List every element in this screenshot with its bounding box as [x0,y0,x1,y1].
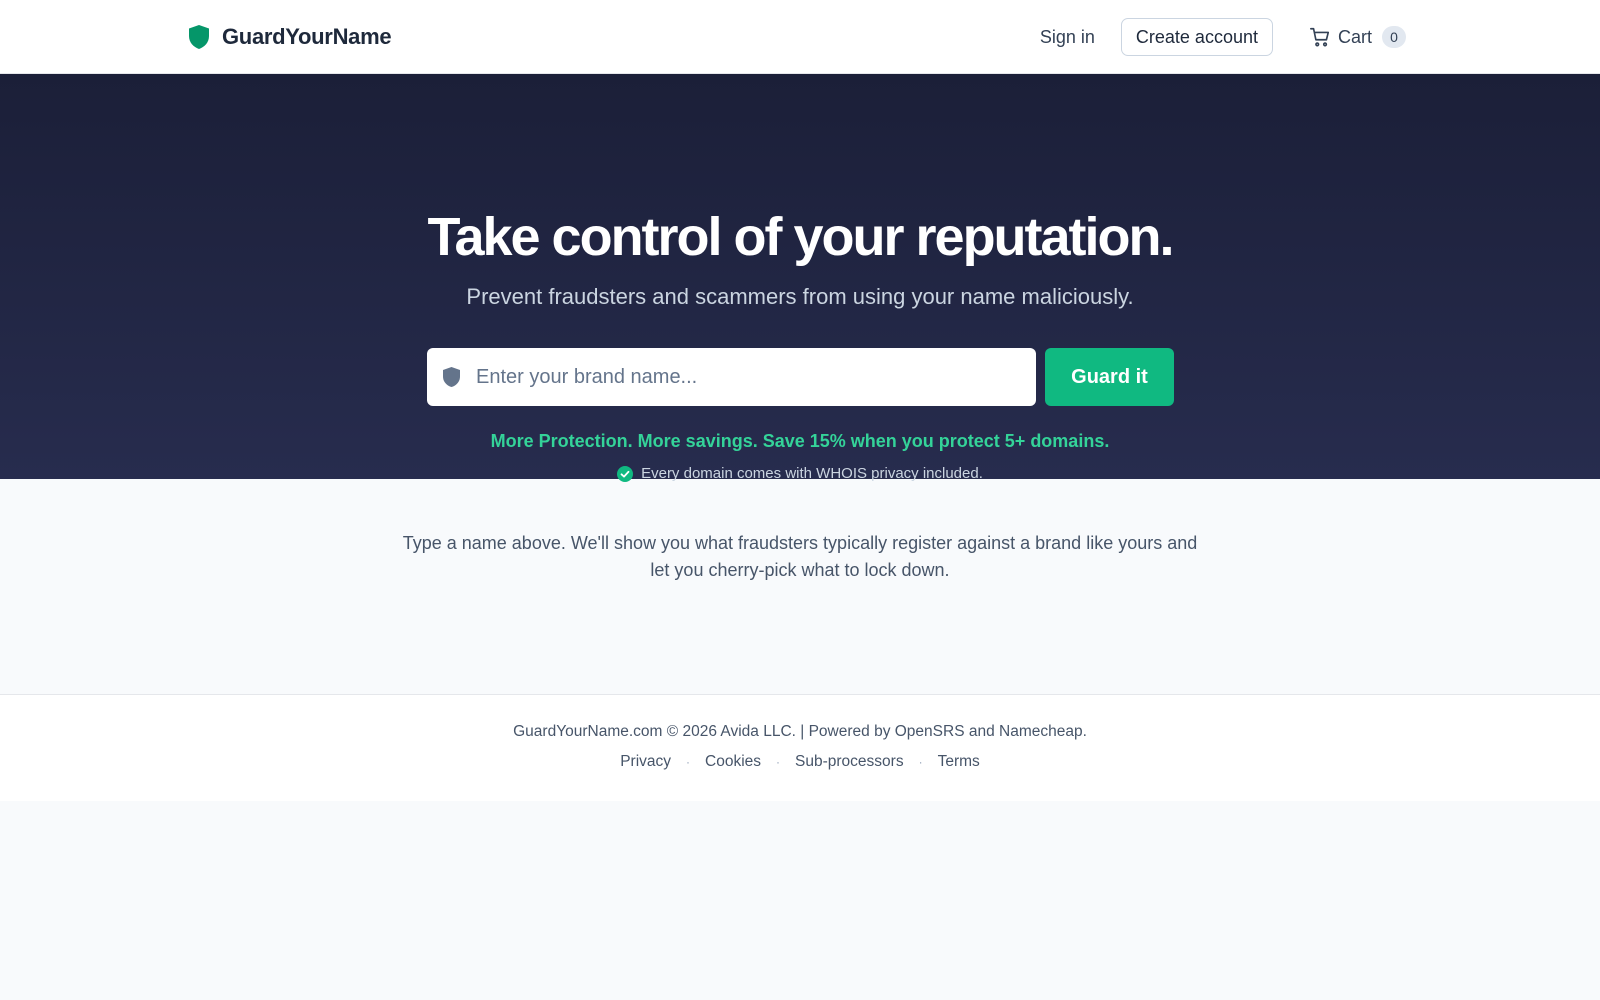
brand-search-form: Guard it [427,348,1174,406]
brand-name: GuardYourName [222,24,392,49]
check-circle-icon [617,465,634,482]
page-background [0,801,1600,1000]
footer-links: Privacy · Cookies · Sub-processors · Ter… [0,753,1600,771]
guard-it-button[interactable]: Guard it [1045,348,1174,406]
cart-count-badge: 0 [1382,26,1406,48]
info-section: Type a name above. We'll show you what f… [0,479,1600,694]
footer-link-cookies[interactable]: Cookies [705,753,761,771]
footer-separator: · [686,755,691,769]
privacy-note: Every domain comes with WHOIS privacy in… [0,465,1600,482]
footer-separator: · [918,755,923,769]
footer-separator: · [776,755,781,769]
hero-title: Take control of your reputation. [427,207,1174,267]
hero-subtitle: Prevent fraudsters and scammers from usi… [466,284,1134,309]
footer-copyright: GuardYourName.com © 2026 Avida LLC. | Po… [513,723,1087,740]
header-nav: Sign in Create account Cart 0 [1040,18,1406,56]
cart-icon [1309,27,1330,47]
sign-in-link[interactable]: Sign in [1040,27,1095,48]
brand-search-box[interactable] [427,348,1036,406]
footer-link-terms[interactable]: Terms [938,753,980,771]
hero-section: Take control of your reputation. Prevent… [0,74,1600,482]
privacy-note-text: Every domain comes with WHOIS privacy in… [641,465,983,482]
info-text: Type a name above. We'll show you what f… [402,533,1198,580]
shield-icon [443,367,460,387]
top-navigation-inner: GuardYourName Sign in Create account Car… [188,0,1406,74]
footer-link-sub-processors[interactable]: Sub-processors [795,753,904,771]
create-account-button[interactable]: Create account [1120,18,1273,56]
cart-label: Cart [1337,26,1372,47]
footer: GuardYourName.com © 2026 Avida LLC. | Po… [0,694,1600,801]
shield-icon [189,25,209,49]
brand-logo-link[interactable]: GuardYourName [188,24,392,50]
brand-name-input[interactable] [476,365,996,389]
cart-link[interactable]: Cart 0 [1309,26,1406,48]
top-navigation-bar: GuardYourName Sign in Create account Car… [0,0,1600,74]
footer-link-privacy[interactable]: Privacy [620,753,671,771]
promo-text: More Protection. More savings. Save 15% … [490,431,1110,451]
